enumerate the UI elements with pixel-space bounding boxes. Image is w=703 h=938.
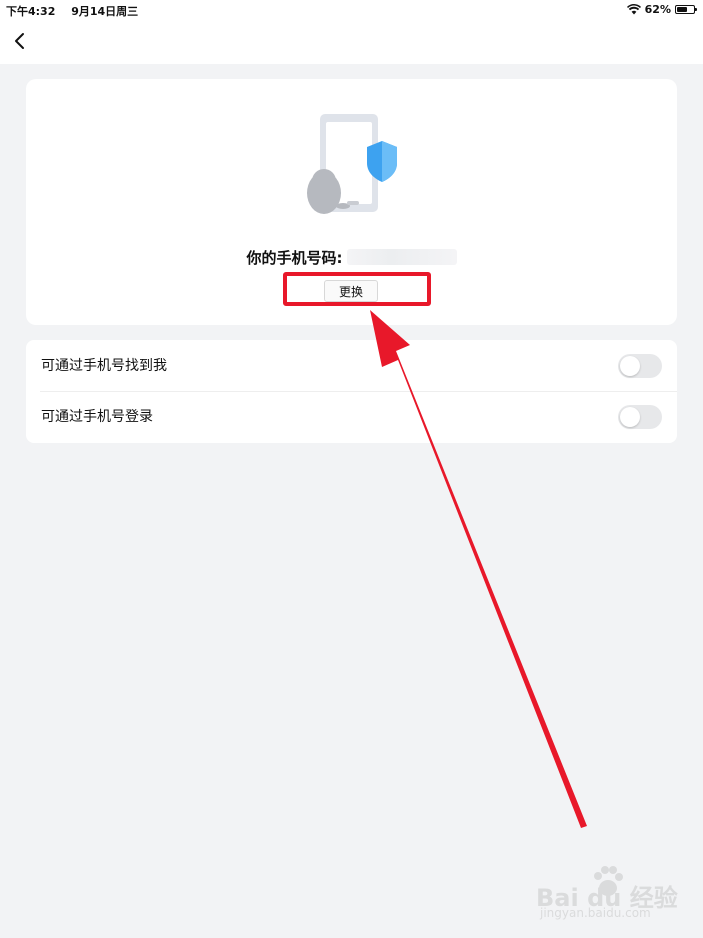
battery-fill [677, 7, 687, 12]
change-button[interactable]: 更换 [324, 280, 378, 302]
watermark-logo: Bai du 经验 jingyan.baidu.com [536, 862, 696, 928]
phone-label: 你的手机号码: [246, 248, 343, 267]
setting-label-login-by-phone: 可通过手机号登录 [41, 409, 153, 425]
status-right: 62% [626, 3, 697, 16]
phone-number-row: 你的手机号码: [26, 246, 677, 268]
toggle-find-by-phone[interactable] [618, 354, 662, 378]
setting-row-find-by-phone: 可通过手机号找到我 [26, 340, 677, 391]
phone-number-masked [346, 249, 457, 265]
phone-card: 你的手机号码: 更换 [26, 79, 677, 325]
battery-percent: 62% [644, 3, 671, 16]
status-date: 9月14日周三 [71, 5, 139, 18]
setting-row-login-by-phone: 可通过手机号登录 [26, 391, 677, 442]
nav-bar [0, 20, 703, 64]
wifi-icon [626, 4, 641, 15]
setting-label-find-by-phone: 可通过手机号找到我 [41, 358, 167, 374]
status-left: 下午4:32 9月14日周三 [6, 3, 138, 19]
status-bar: 下午4:32 9月14日周三 62% [0, 0, 703, 20]
watermark-url: jingyan.baidu.com [540, 906, 651, 920]
phone-shield-icon [307, 114, 397, 214]
settings-card: 可通过手机号找到我 可通过手机号登录 [26, 340, 677, 443]
back-button[interactable] [8, 28, 34, 56]
status-time: 下午4:32 [6, 5, 56, 18]
toggle-knob [620, 407, 640, 427]
toggle-login-by-phone[interactable] [618, 405, 662, 429]
chevron-left-icon [15, 33, 24, 49]
battery-icon [675, 5, 697, 14]
screen: 下午4:32 9月14日周三 62% 你的手机号码: 更换 可通过手机号找到我 … [0, 0, 703, 938]
toggle-knob [620, 356, 640, 376]
